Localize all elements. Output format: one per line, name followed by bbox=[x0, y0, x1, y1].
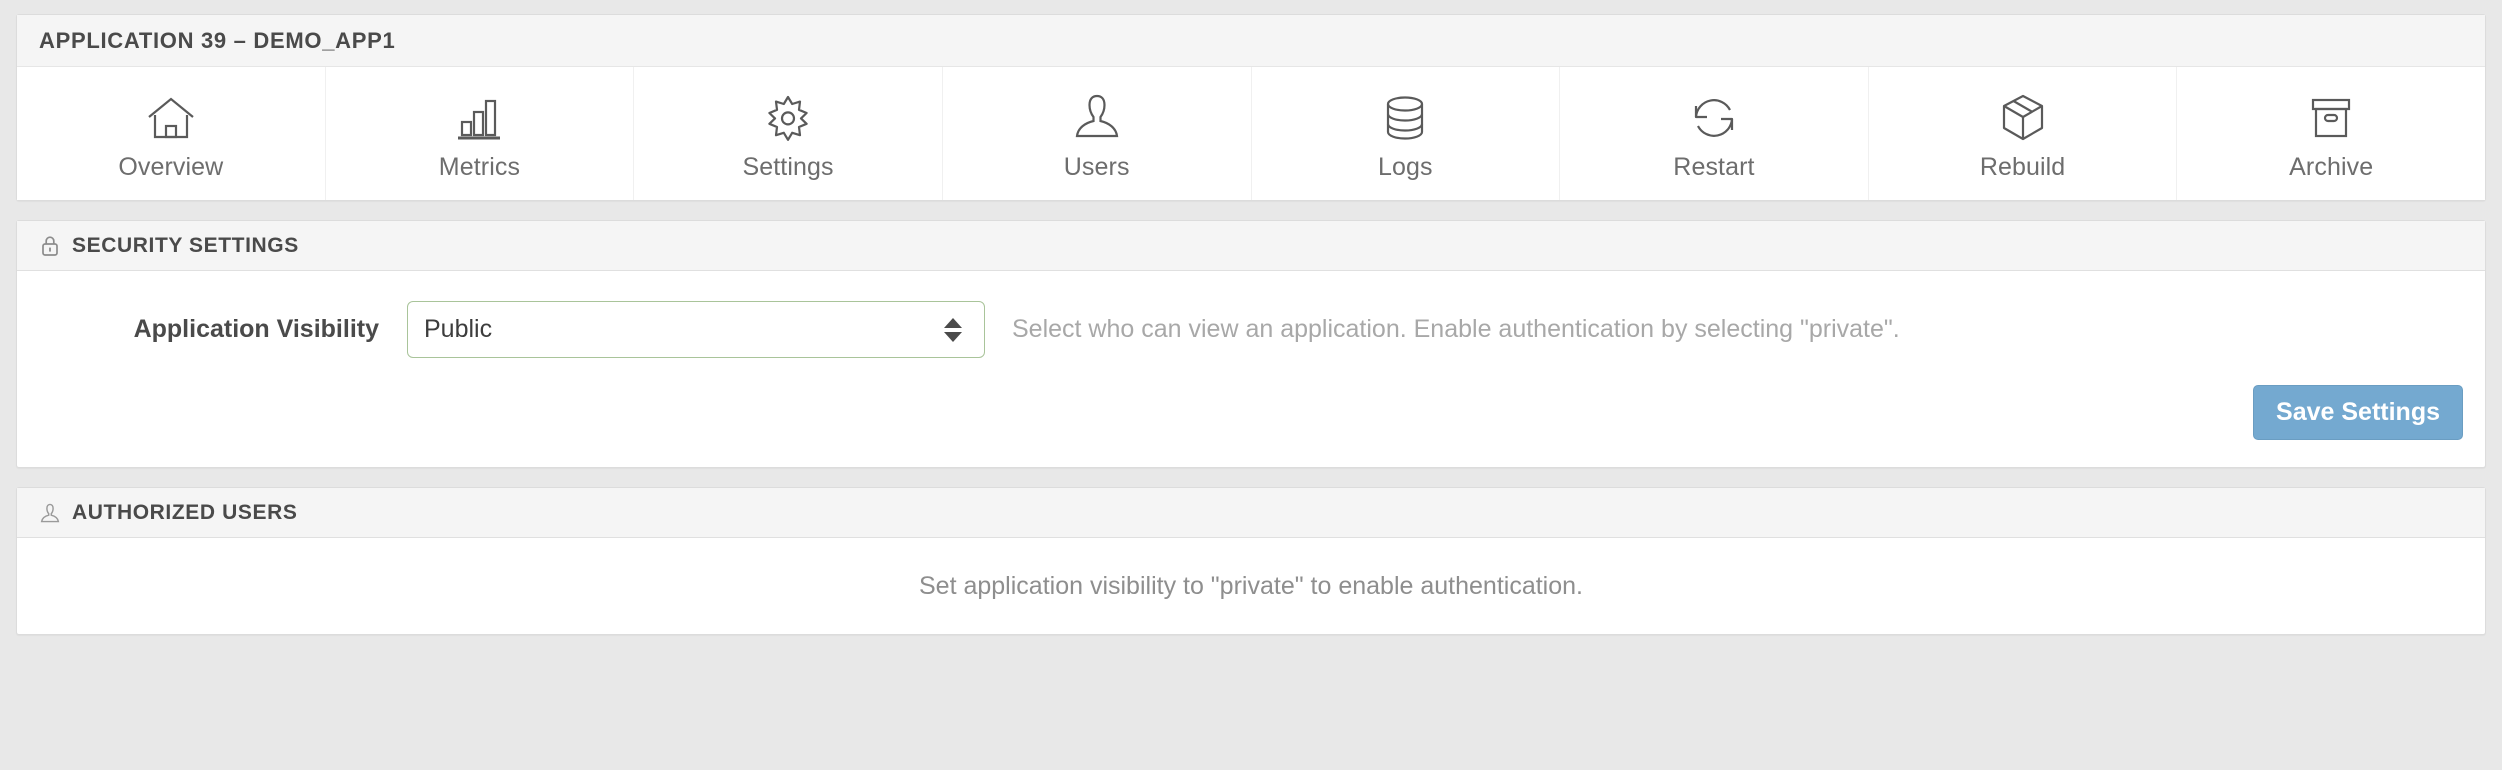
authorized-users-panel: AUTHORIZED USERS Set application visibil… bbox=[16, 487, 2486, 635]
tab-logs-label: Logs bbox=[1378, 153, 1433, 181]
tab-rebuild[interactable]: Rebuild bbox=[1869, 67, 2178, 200]
home-icon bbox=[145, 91, 197, 145]
security-settings-panel: SECURITY SETTINGS Application Visibility… bbox=[16, 220, 2486, 468]
authorized-users-empty-message: Set application visibility to "private" … bbox=[919, 571, 1583, 600]
application-title-bar: APPLICATION 39 – DEMO_APP1 bbox=[17, 15, 2485, 67]
gear-icon bbox=[762, 91, 814, 145]
tab-users-label: Users bbox=[1063, 153, 1130, 181]
authorized-users-title: AUTHORIZED USERS bbox=[72, 500, 298, 524]
refresh-icon bbox=[1688, 91, 1740, 145]
security-settings-body: Application Visibility Public Select who… bbox=[17, 271, 2485, 467]
archive-box-icon bbox=[2305, 91, 2357, 145]
application-tab-row: Overview Metrics Settings Users Logs Res… bbox=[17, 67, 2485, 200]
tab-logs[interactable]: Logs bbox=[1252, 67, 1561, 200]
tab-users[interactable]: Users bbox=[943, 67, 1252, 200]
cube-icon bbox=[1997, 91, 2049, 145]
tab-archive-label: Archive bbox=[2289, 153, 2374, 181]
application-visibility-value: Public bbox=[424, 315, 493, 343]
security-settings-button-row: Save Settings bbox=[17, 358, 2485, 467]
tab-overview[interactable]: Overview bbox=[17, 67, 326, 200]
tab-rebuild-label: Rebuild bbox=[1979, 153, 2066, 181]
tab-settings-label: Settings bbox=[742, 153, 834, 181]
tab-metrics[interactable]: Metrics bbox=[326, 67, 635, 200]
save-settings-button[interactable]: Save Settings bbox=[2253, 385, 2463, 440]
user-icon bbox=[1071, 91, 1123, 145]
application-visibility-row: Application Visibility Public Select who… bbox=[17, 271, 2485, 358]
application-visibility-select-wrap: Public bbox=[407, 301, 985, 358]
tab-archive[interactable]: Archive bbox=[2177, 67, 2485, 200]
application-visibility-help-text: Select who can view an application. Enab… bbox=[1012, 315, 1900, 343]
tab-metrics-label: Metrics bbox=[438, 153, 521, 181]
application-panel: APPLICATION 39 – DEMO_APP1 Overview Metr… bbox=[16, 14, 2486, 201]
security-settings-header: SECURITY SETTINGS bbox=[17, 221, 2485, 271]
security-settings-title: SECURITY SETTINGS bbox=[72, 233, 299, 257]
database-icon bbox=[1379, 91, 1431, 145]
page-root: APPLICATION 39 – DEMO_APP1 Overview Metr… bbox=[0, 0, 2502, 770]
lock-icon bbox=[39, 235, 61, 257]
application-visibility-select[interactable]: Public bbox=[407, 301, 985, 358]
application-visibility-label: Application Visibility bbox=[133, 315, 379, 343]
authorized-users-empty-state: Set application visibility to "private" … bbox=[17, 538, 2485, 634]
authorized-users-header: AUTHORIZED USERS bbox=[17, 488, 2485, 538]
user-icon bbox=[39, 502, 61, 524]
bar-chart-icon bbox=[453, 91, 505, 145]
updown-stepper-icon bbox=[944, 317, 962, 342]
page-title: APPLICATION 39 – DEMO_APP1 bbox=[39, 27, 396, 53]
tab-restart-label: Restart bbox=[1673, 153, 1755, 181]
tab-restart[interactable]: Restart bbox=[1560, 67, 1869, 200]
tab-overview-label: Overview bbox=[118, 153, 224, 181]
tab-settings[interactable]: Settings bbox=[634, 67, 943, 200]
